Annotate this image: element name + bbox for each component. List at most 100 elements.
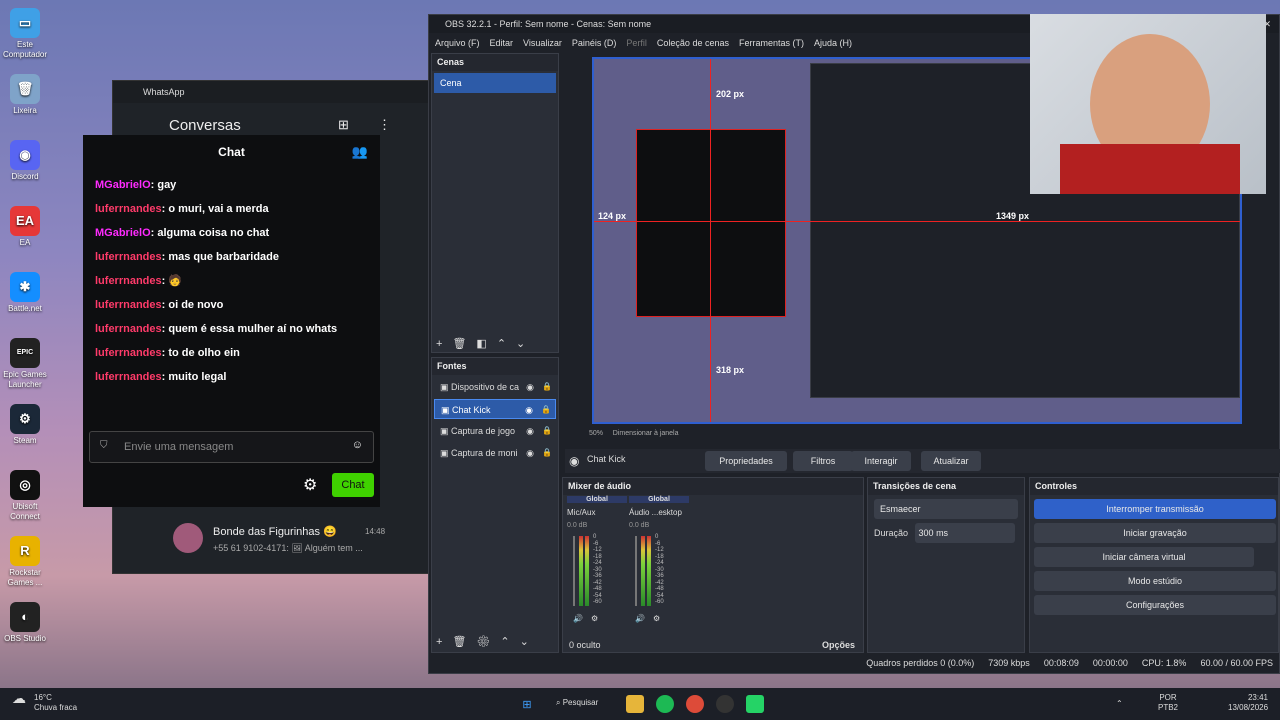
chat-username[interactable]: MGabrielO: [95, 227, 151, 239]
visibility-eye-icon[interactable]: ◉: [526, 377, 534, 397]
volume-slider[interactable]: [635, 536, 637, 606]
spotify-icon[interactable]: [656, 695, 674, 713]
source-action-button[interactable]: Propriedades: [705, 451, 787, 471]
control-button[interactable]: Iniciar gravação: [1034, 523, 1276, 543]
meter-scale-tick: -48: [655, 586, 664, 592]
desktop-icon[interactable]: ◉ Discord: [0, 140, 50, 182]
conversation-item[interactable]: Bonde das Figurinhas 😄 14:48 +55 61 9102…: [169, 521, 409, 557]
keyboard-layout[interactable]: POR PTB2: [1158, 693, 1178, 713]
scale-mode[interactable]: Dimensionar à janela: [613, 430, 679, 437]
desktop-icon[interactable]: 🗑 Lixeira: [0, 74, 50, 116]
scene-item[interactable]: Cena: [434, 73, 556, 93]
windows-start-icon[interactable]: ⊞: [518, 695, 536, 713]
down-icon[interactable]: ⌄: [520, 636, 539, 648]
source-item[interactable]: ▣ Captura de moni ◉ 🔒: [434, 443, 556, 463]
menu-item[interactable]: Ferramentas (T): [739, 38, 804, 48]
menu-item[interactable]: Editar: [490, 38, 514, 48]
meter-scale-tick: -24: [655, 560, 664, 566]
explorer-icon[interactable]: [626, 695, 644, 713]
chat-text: : to de olho ein: [161, 347, 240, 359]
source-action-button[interactable]: Filtros: [793, 451, 853, 471]
trash-icon[interactable]: 🗑: [452, 338, 476, 350]
volume-slider[interactable]: [573, 536, 575, 606]
audio-settings-icon[interactable]: ⚙: [653, 614, 660, 623]
menu-item[interactable]: Arquivo (F): [435, 38, 480, 48]
gear-icon[interactable]: ⚙: [476, 636, 500, 648]
control-button[interactable]: Interromper transmissão: [1034, 499, 1276, 519]
settings-icon[interactable]: ⚙: [303, 475, 317, 495]
mixer-footer: 0 oculto Opções: [569, 640, 859, 650]
chat-username[interactable]: luferrnandes: [95, 323, 162, 335]
lock-icon[interactable]: 🔒: [542, 421, 552, 441]
visibility-eye-icon[interactable]: ◉: [525, 400, 533, 418]
chat-username[interactable]: luferrnandes: [95, 275, 162, 287]
weather-widget[interactable]: 16°C Chuva fraca ☁: [12, 691, 77, 712]
source-item[interactable]: ▣ Dispositivo de ca ◉ 🔒: [434, 377, 556, 397]
mixer-channel-name[interactable]: Áudio ...esktop: [629, 508, 682, 517]
trash-icon[interactable]: 🗑: [452, 636, 476, 648]
chat-username[interactable]: luferrnandes: [95, 251, 162, 263]
options-button[interactable]: Opções: [822, 640, 855, 650]
transition-select[interactable]: Esmaecer: [874, 499, 1018, 519]
visibility-eye-icon[interactable]: ◉: [526, 421, 534, 441]
clock[interactable]: 23:41 13/08/2026: [1228, 693, 1268, 713]
menu-item[interactable]: Coleção de cenas: [657, 38, 729, 48]
source-action-button[interactable]: Interagir: [851, 451, 911, 471]
chat-username[interactable]: MGabrielO: [95, 179, 151, 191]
desktop-icon[interactable]: ▭ Este Computador: [0, 8, 50, 60]
menu-item[interactable]: Painéis (D): [572, 38, 617, 48]
add-icon[interactable]: +: [436, 338, 452, 350]
lock-icon[interactable]: 🔒: [542, 443, 552, 463]
up-icon[interactable]: ⌃: [500, 636, 519, 648]
label-right: 1349 px: [996, 211, 1030, 221]
control-button[interactable]: Iniciar câmera virtual: [1034, 547, 1254, 567]
source-action-button[interactable]: Atualizar: [921, 451, 981, 471]
desktop-icon[interactable]: R Rockstar Games ...: [0, 536, 50, 588]
down-icon[interactable]: ⌄: [516, 338, 535, 350]
desktop-icon[interactable]: ⚙ Steam: [0, 404, 50, 446]
up-icon[interactable]: ⌃: [497, 338, 516, 350]
control-button[interactable]: Modo estúdio: [1034, 571, 1276, 591]
status-stream-time: 00:08:09: [1043, 658, 1079, 668]
lock-icon[interactable]: 🔒: [542, 377, 552, 397]
taskbar: 16°C Chuva fraca ☁ ⊞ ⌕ Pesquisar ⌃ POR PT…: [0, 688, 1280, 720]
emoji-icon[interactable]: ☺: [352, 439, 363, 451]
chat-username[interactable]: luferrnandes: [95, 299, 162, 311]
desktop-icon[interactable]: ◐ OBS Studio: [0, 602, 50, 644]
filter-icon[interactable]: ◧: [476, 338, 496, 350]
chat-username[interactable]: luferrnandes: [95, 371, 162, 383]
chat-send-button[interactable]: Chat: [332, 473, 374, 497]
visibility-eye-icon[interactable]: ◉: [526, 443, 534, 463]
menu-icon[interactable]: ⋮: [378, 117, 391, 133]
tray-up-icon[interactable]: ⌃: [1116, 699, 1123, 708]
label-bottom: 318 px: [716, 365, 745, 375]
desktop-icon-label: Lixeira: [13, 106, 37, 115]
audio-settings-icon[interactable]: ⚙: [591, 614, 598, 623]
new-chat-icon[interactable]: ⊞: [338, 117, 349, 133]
users-icon[interactable]: 👥: [352, 144, 368, 160]
obs-icon[interactable]: [716, 695, 734, 713]
add-icon[interactable]: +: [436, 636, 452, 648]
desktop-icon[interactable]: ◎ Ubisoft Connect: [0, 470, 50, 522]
taskbar-search[interactable]: ⌕ Pesquisar: [556, 698, 598, 708]
chat-username[interactable]: luferrnandes: [95, 347, 162, 359]
menu-item[interactable]: Visualizar: [523, 38, 562, 48]
mixer-channel-name[interactable]: Mic/Aux: [567, 508, 595, 517]
chrome-icon[interactable]: [686, 695, 704, 713]
menu-item[interactable]: Perfil: [626, 38, 647, 48]
source-item[interactable]: ▣ Chat Kick ◉ 🔒: [434, 399, 556, 419]
chat-message: luferrnandes: oi de novo: [83, 293, 380, 317]
speaker-icon[interactable]: 🔊: [573, 614, 583, 623]
lock-icon[interactable]: 🔒: [541, 400, 551, 418]
control-button[interactable]: Configurações: [1034, 595, 1276, 615]
menu-item[interactable]: Ajuda (H): [814, 38, 852, 48]
whatsapp-icon[interactable]: [746, 695, 764, 713]
desktop-icon[interactable]: EA EA: [0, 206, 50, 248]
source-item[interactable]: ▣ Captura de jogo ◉ 🔒: [434, 421, 556, 441]
desktop-icon[interactable]: EPIC Epic Games Launcher: [0, 338, 50, 390]
duration-input[interactable]: 300 ms: [914, 523, 1015, 543]
speaker-icon[interactable]: 🔊: [635, 614, 645, 623]
desktop-icon[interactable]: ✱ Battle.net: [0, 272, 50, 314]
chat-input[interactable]: ⛉ Envie uma mensagem ☺: [89, 431, 374, 463]
chat-username[interactable]: luferrnandes: [95, 203, 162, 215]
